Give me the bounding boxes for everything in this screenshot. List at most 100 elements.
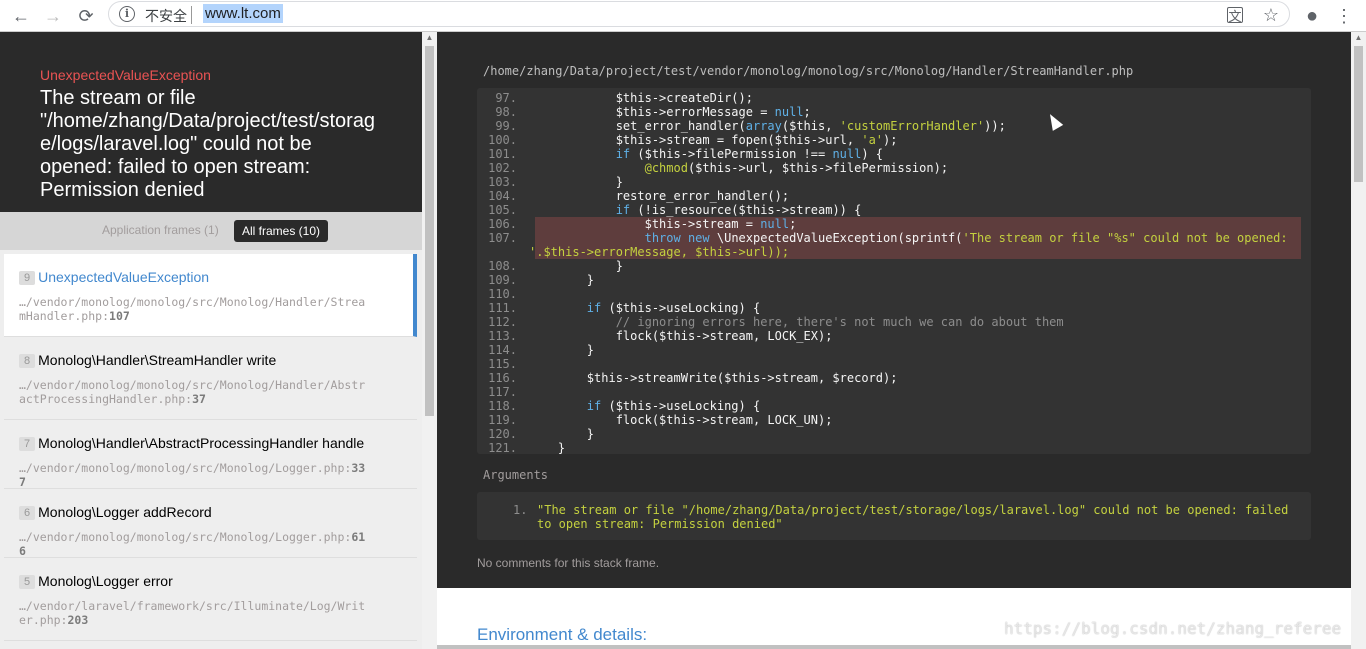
browser-toolbar: ← → ⟳ i 不安全 www.lt.com 文 ☆ ● ⋮ — [0, 0, 1366, 32]
code-text: flock($this->stream, LOCK_UN); — [529, 413, 833, 427]
argument-value: "The stream or file "/home/zhang/Data/pr… — [537, 503, 1289, 531]
stack-frame[interactable]: 7 Monolog\Handler\AbstractProcessingHandl… — [4, 420, 417, 489]
reload-icon[interactable]: ⟳ — [73, 3, 99, 29]
arguments-title: Arguments — [483, 468, 549, 482]
frame-filters: Application frames (1) All frames (10) — [0, 212, 422, 250]
back-arrow-icon[interactable]: ← — [8, 3, 34, 29]
watermark: https://blog.csdn.net/zhang_referee — [1004, 619, 1342, 638]
code-line: 118. if ($this->useLocking) { — [477, 399, 1311, 413]
scroll-up-arrow-icon[interactable]: ▲ — [422, 33, 437, 45]
line-number: 114. — [488, 343, 517, 357]
exception-message: The stream or file "/home/zhang/Data/pro… — [40, 87, 376, 201]
code-viewer: 97. $this->createDir(); 98. $this->errorM… — [477, 88, 1311, 454]
code-line: 109. } — [477, 273, 1311, 287]
bookmark-star-icon[interactable]: ☆ — [1261, 5, 1281, 25]
frame-class: Monolog\Logger addRecord — [38, 504, 212, 520]
account-icon[interactable]: ● — [1299, 3, 1325, 29]
code-line: 98. $this->errorMessage = null; — [477, 105, 1311, 119]
frame-file: …/vendor/monolog/monolog/src/Monolog/Han… — [19, 295, 366, 323]
forward-arrow-icon[interactable]: → — [40, 3, 66, 29]
arguments-box: 1. "The stream or file "/home/zhang/Data… — [477, 492, 1311, 540]
url-text[interactable]: www.lt.com — [203, 4, 283, 23]
horizontal-scrollbar[interactable] — [437, 645, 1351, 649]
code-line: 115. — [477, 357, 1311, 371]
address-separator — [191, 6, 192, 24]
frame-file: …/vendor/monolog/monolog/src/Monolog/Han… — [19, 378, 366, 406]
code-text: $this->streamWrite($this->stream, $recor… — [529, 371, 898, 385]
code-text: // ignoring errors here, there's not muc… — [529, 315, 1064, 329]
code-text: restore_error_handler(); — [529, 189, 790, 203]
line-number: 113. — [488, 329, 517, 343]
code-text: '.$this->errorMessage, $this->url)); — [529, 245, 790, 259]
frame-class: UnexpectedValueException — [38, 269, 210, 285]
scroll-up-arrow-icon[interactable]: ▲ — [1351, 33, 1366, 45]
insecure-label[interactable]: 不安全 — [145, 6, 187, 26]
code-section: /home/zhang/Data/project/test/vendor/mon… — [437, 32, 1351, 588]
frame-comments: No comments for this stack frame. — [477, 556, 660, 570]
code-text: set_error_handler(array($this, 'customEr… — [529, 119, 1006, 133]
frame-line-number: 203 — [67, 613, 89, 627]
left-scrollbar[interactable]: ▲ — [422, 32, 437, 649]
frame-class: Monolog\Logger error — [38, 573, 173, 589]
code-line: 103. } — [477, 175, 1311, 189]
code-line: 100. $this->stream = fopen($this->url, '… — [477, 133, 1311, 147]
code-text: $this->errorMessage = null; — [529, 105, 811, 119]
translate-icon[interactable]: 文 — [1227, 7, 1243, 24]
line-number: 121. — [488, 441, 517, 454]
code-line: 110. — [477, 287, 1311, 301]
filter-all-frames[interactable]: All frames (10) — [234, 220, 329, 242]
code-line: 105. if (!is_resource($this->stream)) { — [477, 203, 1311, 217]
code-line: 104. restore_error_handler(); — [477, 189, 1311, 203]
code-text: if ($this->useLocking) { — [586, 301, 761, 315]
line-number: 118. — [488, 399, 517, 413]
code-line: 101. if ($this->filePermission !== null)… — [477, 147, 1311, 161]
line-number: 119. — [488, 413, 517, 427]
code-line: 112. // ignoring errors here, there's no… — [477, 315, 1311, 329]
frame-index: 6 — [19, 506, 36, 520]
line-number: 98. — [495, 105, 517, 119]
frame-file: …/vendor/laravel/framework/src/Illuminat… — [19, 599, 366, 627]
frame-class: Monolog\Handler\AbstractProcessingHandle… — [38, 435, 365, 451]
environment-title: Environment & details: — [477, 625, 648, 644]
stack-frame[interactable]: 8 Monolog\Handler\StreamHandler write …/ve… — [4, 337, 417, 420]
frame-line-number: 37 — [192, 392, 206, 406]
code-text: if ($this->filePermission !== null) { — [615, 147, 884, 161]
line-number: 116. — [488, 371, 517, 385]
frame-file-path: /home/zhang/Data/project/test/vendor/mon… — [483, 64, 1134, 78]
code-text: } — [529, 343, 595, 357]
filter-application-frames[interactable]: Application frames (1) — [102, 223, 219, 237]
code-line: 97. $this->createDir(); — [477, 91, 1311, 105]
line-number: 110. — [488, 287, 517, 301]
site-info-icon[interactable]: i — [119, 6, 135, 22]
address-bar[interactable]: i 不安全 www.lt.com 文 ☆ — [108, 1, 1290, 27]
code-lines: 97. $this->createDir(); 98. $this->errorM… — [477, 91, 1311, 454]
line-number: 102. — [488, 161, 517, 175]
code-line: 121. } — [477, 441, 1311, 454]
stack-frame[interactable]: 9 UnexpectedValueException …/vendor/monolo… — [4, 254, 417, 337]
scrollbar-thumb[interactable] — [425, 46, 434, 416]
exception-class: UnexpectedValueException — [40, 67, 211, 83]
code-line: 116. $this->streamWrite($this->stream, $… — [477, 371, 1311, 385]
frame-class: Monolog\Handler\StreamHandler write — [38, 352, 277, 368]
code-line: 120. } — [477, 427, 1311, 441]
frame-file: …/vendor/monolog/monolog/src/Monolog/Log… — [19, 530, 366, 558]
stack-frame[interactable]: 6 Monolog\Logger addRecord …/vendor/monolo… — [4, 489, 417, 558]
code-line: 102. @chmod($this->url, $this->filePermi… — [477, 161, 1311, 175]
code-line: 113. flock($this->stream, LOCK_EX); — [477, 329, 1311, 343]
line-number: 108. — [488, 259, 517, 273]
frame-index: 7 — [19, 437, 36, 451]
line-number: 105. — [488, 203, 517, 217]
line-number: 111. — [488, 301, 517, 315]
code-text: $this->stream = fopen($this->url, 'a'); — [529, 133, 898, 147]
code-text: flock($this->stream, LOCK_EX); — [529, 329, 833, 343]
code-text: throw new \UnexpectedValueException(spri… — [644, 231, 1295, 245]
code-line: '.$this->errorMessage, $this->url)); — [529, 245, 1301, 259]
frame-file: …/vendor/monolog/monolog/src/Monolog/Log… — [19, 461, 366, 489]
frame-index: 8 — [19, 354, 36, 368]
menu-dots-icon[interactable]: ⋮ — [1331, 3, 1357, 29]
code-text: $this->stream = null; — [529, 217, 797, 231]
page-scrollbar[interactable]: ▲ — [1351, 32, 1366, 649]
code-line: 107. throw new \UnexpectedValueException… — [488, 231, 1301, 245]
stack-frame[interactable]: 5 Monolog\Logger error …/vendor/laravel/fr… — [4, 558, 417, 641]
scrollbar-thumb[interactable] — [1354, 46, 1363, 182]
